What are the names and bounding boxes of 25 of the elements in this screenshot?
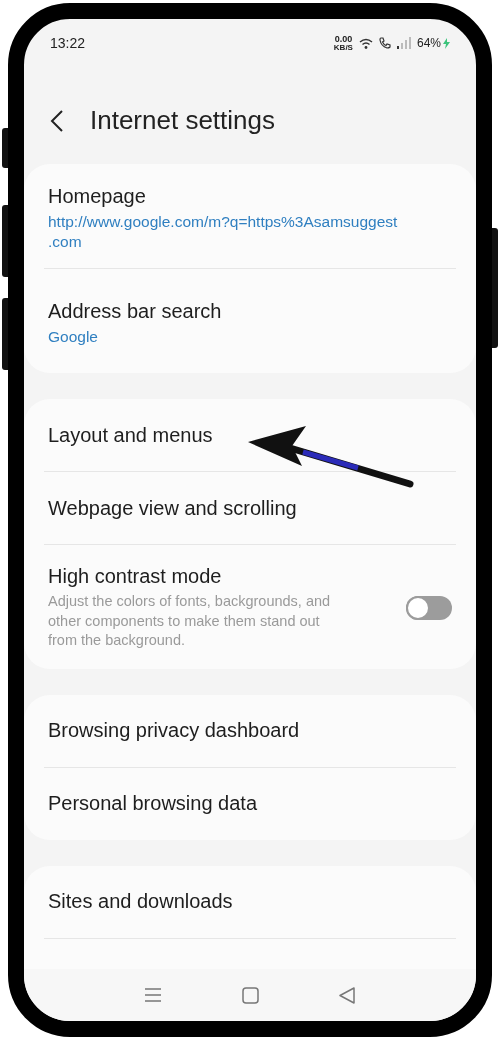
back-icon[interactable] [50, 108, 64, 133]
battery-level: 64% [416, 36, 441, 50]
back-triangle-icon[interactable] [339, 986, 356, 1004]
signal-icon [396, 37, 411, 49]
net-speed: 0.00 [334, 34, 353, 44]
page-title: Internet settings [90, 105, 275, 136]
setting-value: http://www.google.com/m?q=https%3Asamsuggest .com [48, 212, 399, 251]
toggle-switch[interactable] [406, 595, 452, 620]
setting-description: Adjust the colors of fonts, backgrounds, and other components to make them stand out from the background. [48, 592, 332, 651]
menu-icon[interactable] [144, 987, 162, 1003]
home-icon[interactable] [242, 986, 259, 1004]
setting-title[interactable]: Layout and menus [48, 423, 452, 447]
setting-title[interactable]: Browsing privacy dashboard [48, 719, 452, 743]
setting-title[interactable]: High contrast mode [48, 565, 394, 588]
setting-title[interactable]: Address bar search [48, 299, 452, 323]
setting-title[interactable]: Personal browsing data [48, 792, 452, 816]
phone-call-icon [378, 37, 391, 49]
setting-title[interactable]: Homepage [48, 185, 452, 209]
status-time: 13:22 [50, 35, 86, 51]
wifi-icon [358, 37, 373, 49]
setting-title[interactable]: Webpage view and scrolling [48, 496, 452, 520]
setting-title[interactable]: Sites and downloads [48, 890, 452, 914]
setting-value: Google [48, 326, 99, 347]
charging-icon [443, 37, 450, 49]
net-unit: KB/S [333, 43, 353, 52]
